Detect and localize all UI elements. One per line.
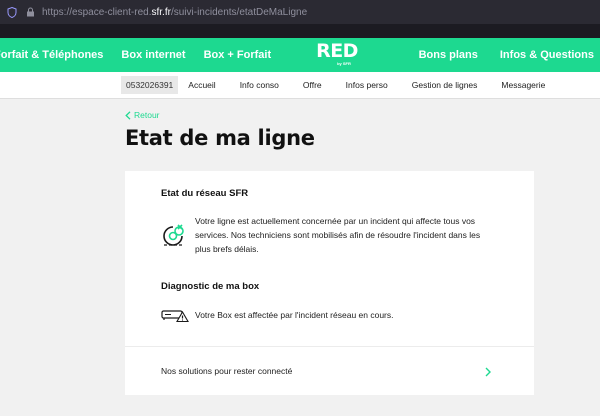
subnav-infos-perso[interactable]: Infos perso [346, 80, 388, 90]
nav-box-forfait[interactable]: Box + Forfait [204, 49, 272, 61]
red-logo[interactable]: RED by SFR [316, 42, 358, 67]
nav-right-group: Bons plans Infos & Questions [419, 38, 594, 72]
network-status-message: Votre ligne est actuellement concernée p… [195, 216, 481, 254]
browser-url-bar[interactable]: https://espace-client-red.sfr.fr/suivi-i… [0, 0, 600, 24]
nav-box-internet[interactable]: Box internet [121, 49, 185, 61]
box-status-message: Votre Box est affectée par l'incident ré… [195, 310, 394, 320]
back-label: Retour [134, 110, 160, 120]
browser-toolbar-gap [0, 24, 600, 38]
chevron-left-icon [125, 110, 131, 120]
subnav-info-conso[interactable]: Info conso [240, 80, 279, 90]
page-title: Etat de ma ligne [125, 126, 315, 150]
chevron-right-icon[interactable] [485, 364, 491, 382]
subnav-accueil[interactable]: Accueil [188, 80, 215, 90]
shield-icon[interactable] [6, 6, 18, 18]
subnav-messagerie[interactable]: Messagerie [501, 80, 545, 90]
phone-number-selector[interactable]: 0532026391 [121, 76, 179, 94]
back-link[interactable]: Retour [125, 110, 600, 120]
card-divider [125, 346, 534, 347]
subnav-gestion-lignes[interactable]: Gestion de lignes [412, 80, 478, 90]
nav-infos-questions[interactable]: Infos & Questions [500, 49, 594, 61]
main-content: Retour Etat de ma ligne [0, 110, 600, 150]
nav-bons-plans[interactable]: Bons plans [419, 49, 478, 61]
network-status-title: Etat du réseau SFR [161, 188, 249, 199]
nav-left-group: Forfait & Téléphones Box internet Box + … [0, 38, 289, 72]
address-url[interactable]: https://espace-client-red.sfr.fr/suivi-i… [42, 7, 307, 18]
main-navigation: Forfait & Téléphones Box internet Box + … [0, 38, 600, 72]
nav-forfait-telephones[interactable]: Forfait & Téléphones [0, 49, 103, 61]
lock-icon[interactable] [24, 6, 36, 18]
status-card: Etat du réseau SFR Votre ligne est actue… [125, 171, 534, 395]
subnav-offre[interactable]: Offre [303, 80, 322, 90]
solutions-link[interactable]: Nos solutions pour rester connecté [161, 366, 292, 376]
box-diagnostic-title: Diagnostic de ma box [161, 281, 260, 292]
account-subnav: 0532026391 Accueil Info conso Offre Info… [0, 72, 600, 99]
network-incident-icon [161, 223, 187, 252]
box-warning-icon [161, 307, 189, 328]
